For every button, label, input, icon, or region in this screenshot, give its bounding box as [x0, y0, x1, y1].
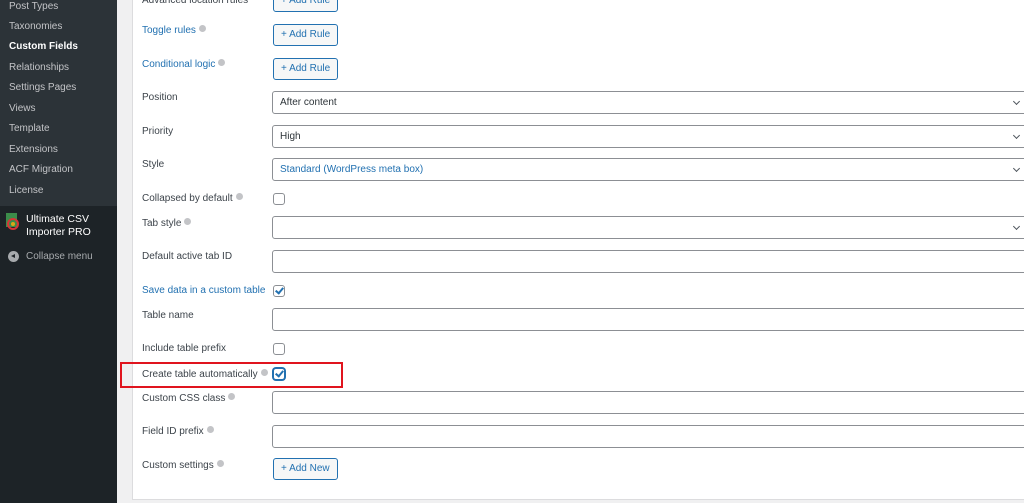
collapsed-by-default-checkbox[interactable] — [273, 193, 285, 205]
help-icon[interactable] — [218, 59, 226, 66]
custom-css-class-label: Custom CSS class — [142, 393, 236, 405]
custom-css-class-text: Custom CSS class — [142, 393, 226, 404]
position-select[interactable]: After content — [272, 91, 1024, 114]
sidebar-item-template[interactable]: Template — [9, 123, 50, 135]
field-id-prefix-text: Field ID prefix — [142, 426, 204, 437]
default-active-tab-label: Default active tab ID — [142, 251, 233, 262]
csv-importer-icon — [6, 213, 19, 230]
custom-css-class-input[interactable] — [272, 391, 1024, 414]
sidebar-item-settings-pages[interactable]: Settings Pages — [9, 82, 76, 94]
field-id-prefix-input[interactable] — [272, 425, 1024, 448]
chevron-down-icon — [1012, 164, 1021, 173]
add-conditional-logic-rule-button[interactable]: + Add Rule — [273, 58, 339, 80]
priority-value: High — [280, 131, 301, 142]
help-icon[interactable] — [206, 426, 214, 433]
sidebar-item-post-types[interactable]: Post Types — [9, 1, 58, 13]
custom-settings-text: Custom settings — [142, 460, 214, 471]
save-custom-table-checkbox[interactable] — [273, 285, 285, 297]
plugin-label-line2: Importer PRO — [26, 226, 91, 238]
save-custom-table-label: Save data in a custom table — [142, 285, 266, 296]
sidebar-item-license[interactable]: License — [9, 185, 43, 197]
tab-style-select[interactable] — [272, 216, 1024, 239]
conditional-logic-label: Conditional logic — [142, 59, 226, 71]
style-label: Style — [142, 159, 165, 170]
advanced-location-rules-label: Advanced location rules — [142, 0, 248, 7]
position-value: After content — [280, 97, 337, 108]
plugin-label-line1: Ultimate CSV — [26, 213, 90, 225]
table-name-input[interactable] — [272, 308, 1024, 331]
include-table-prefix-checkbox[interactable] — [273, 343, 285, 355]
help-icon[interactable] — [216, 460, 224, 467]
priority-select[interactable]: High — [272, 125, 1024, 148]
table-name-label: Table name — [142, 310, 194, 321]
help-icon[interactable] — [228, 393, 236, 400]
collapse-arrow-icon — [8, 251, 19, 262]
style-value: Standard (WordPress meta box) — [280, 164, 424, 175]
help-icon[interactable] — [198, 25, 206, 32]
custom-settings-label: Custom settings — [142, 460, 224, 472]
chevron-down-icon — [1012, 222, 1021, 231]
priority-label: Priority — [142, 126, 174, 137]
add-toggle-rule-button[interactable]: + Add Rule — [273, 24, 339, 46]
include-table-prefix-label: Include table prefix — [142, 343, 226, 354]
sidebar-item-acf-migration[interactable]: ACF Migration — [9, 164, 73, 176]
advanced-location-rules-text: Advanced location rules — [142, 0, 249, 6]
help-icon[interactable] — [184, 218, 192, 225]
highlight-box — [120, 362, 343, 388]
style-select[interactable]: Standard (WordPress meta box) — [272, 158, 1024, 181]
position-label: Position — [142, 92, 178, 103]
toggle-rules-text: Toggle rules — [142, 25, 196, 36]
sidebar-item-taxonomies[interactable]: Taxonomies — [9, 21, 62, 33]
field-id-prefix-label: Field ID prefix — [142, 426, 214, 438]
chevron-down-icon — [1012, 131, 1021, 140]
collapsed-by-default-label: Collapsed by default — [142, 193, 243, 205]
help-icon[interactable] — [235, 193, 243, 200]
plugin-label: Ultimate CSV Importer PRO — [26, 213, 91, 239]
tab-style-label: Tab style — [142, 218, 192, 230]
collapse-menu-label: Collapse menu — [26, 251, 93, 262]
sidebar-item-views[interactable]: Views — [9, 103, 36, 115]
chevron-down-icon — [1012, 97, 1021, 106]
collapsed-by-default-text: Collapsed by default — [142, 193, 233, 204]
toggle-rules-label: Toggle rules — [142, 25, 206, 37]
add-custom-setting-button[interactable]: + Add New — [273, 458, 338, 480]
sidebar-item-extensions[interactable]: Extensions — [9, 144, 58, 156]
conditional-logic-text: Conditional logic — [142, 59, 216, 70]
sidebar-item-relationships[interactable]: Relationships — [9, 62, 69, 74]
add-advanced-location-rule-button[interactable]: + Add Rule — [273, 0, 339, 12]
sidebar-item-custom-fields[interactable]: Custom Fields — [9, 41, 78, 53]
default-active-tab-input[interactable] — [272, 250, 1024, 273]
tab-style-text: Tab style — [142, 218, 182, 229]
